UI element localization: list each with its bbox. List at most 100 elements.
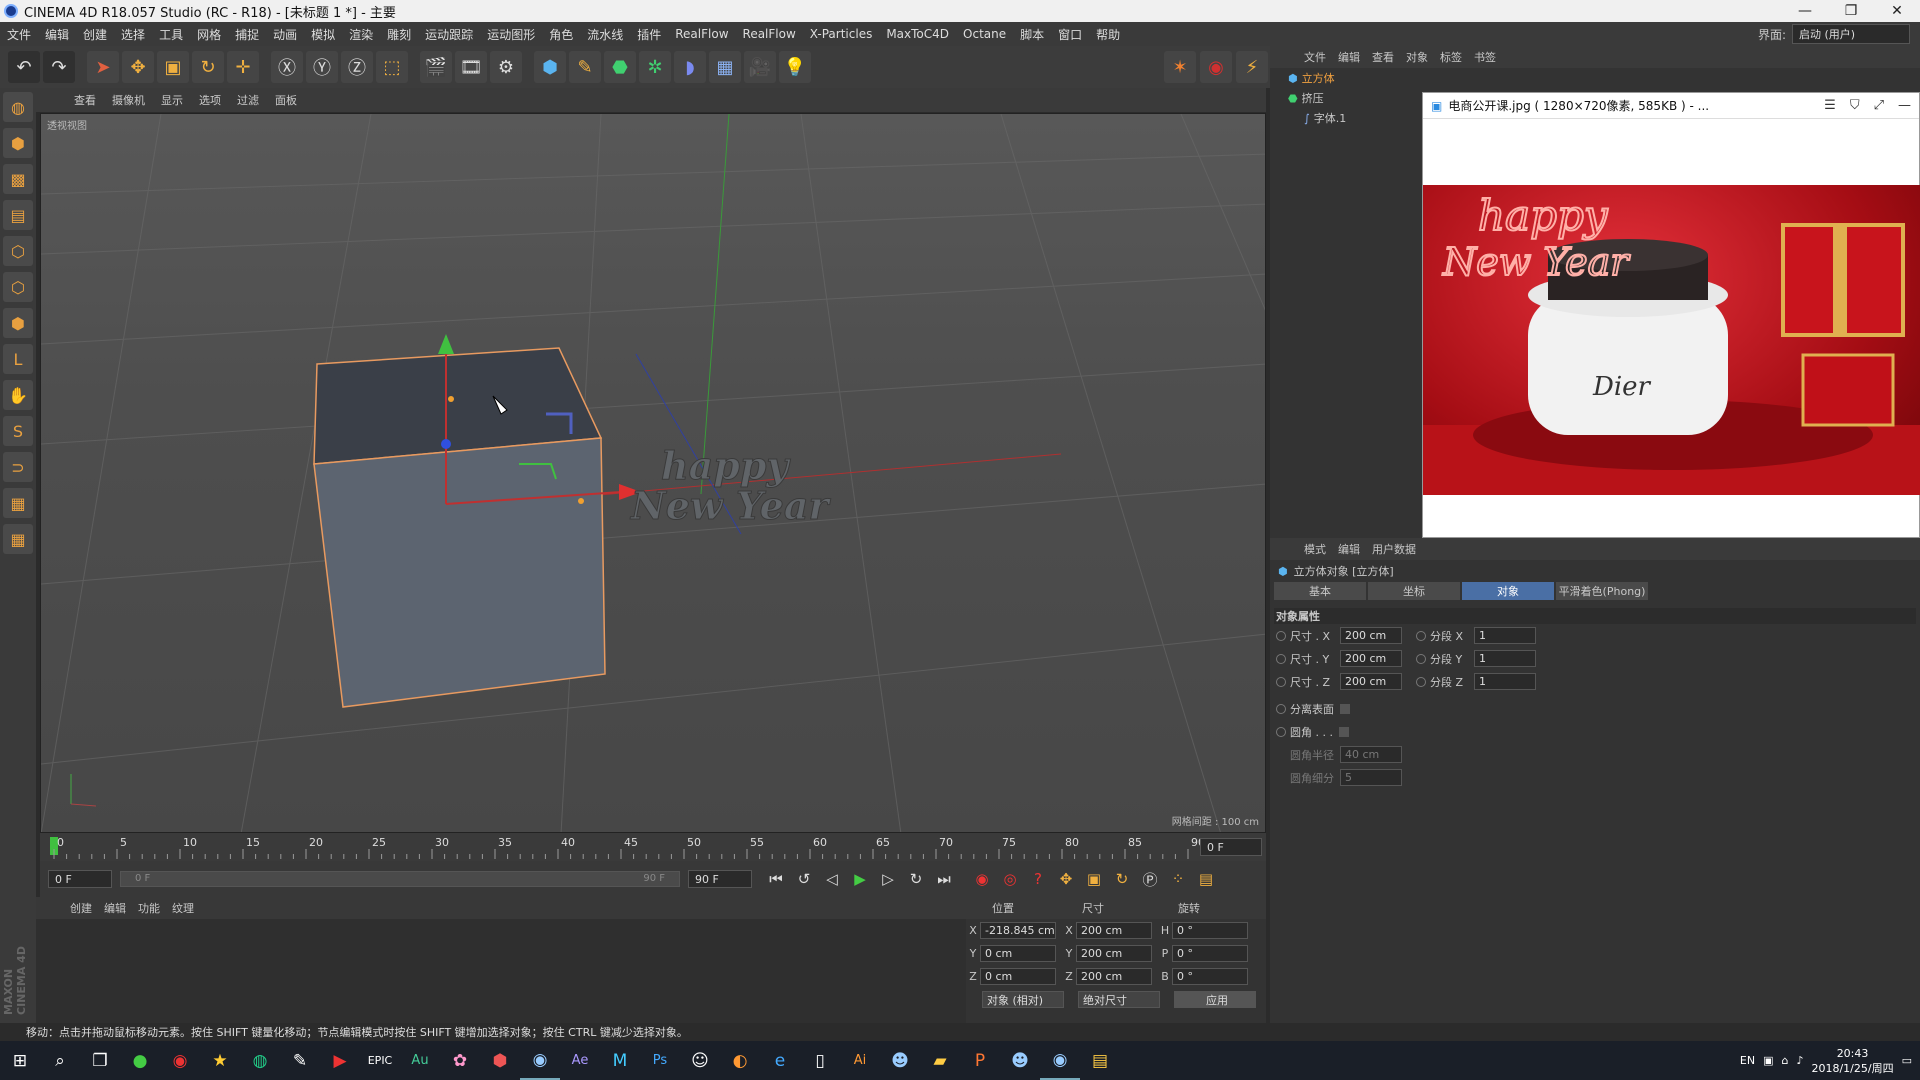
menu-render[interactable]: 渲染 — [342, 26, 380, 43]
texture-mode-icon[interactable]: ▩ — [3, 164, 33, 194]
tray-app-icon[interactable]: ▣ — [1763, 1054, 1773, 1067]
rot-b-field[interactable]: 0 ° — [1172, 968, 1248, 985]
rotate-tool-icon[interactable]: ↻ — [192, 51, 224, 83]
goto-start-icon[interactable]: ⏮ — [764, 867, 788, 891]
render-view-icon[interactable]: 🎬 — [420, 51, 452, 83]
xyz-icon[interactable]: ⚡ — [1236, 51, 1268, 83]
menu-select[interactable]: 选择 — [114, 26, 152, 43]
model-mode-icon[interactable]: ⬢ — [3, 128, 33, 158]
tab-phong[interactable]: 平滑着色(Phong) — [1556, 582, 1648, 600]
task-view-icon[interactable]: ❐ — [80, 1041, 120, 1080]
pos-x-field[interactable]: -218.845 cm — [980, 922, 1056, 939]
attr-menu-userdata[interactable]: 用户数据 — [1366, 541, 1422, 557]
app-browser-green-icon[interactable]: ◍ — [240, 1041, 280, 1080]
tab-coord[interactable]: 坐标 — [1368, 582, 1460, 600]
anim-radio-icon[interactable] — [1276, 703, 1286, 714]
app-aftereffects-icon[interactable]: Ae — [560, 1041, 600, 1080]
make-editable-icon[interactable]: ◍ — [3, 92, 33, 122]
object-menu-objects[interactable]: 对象 — [1400, 49, 1434, 65]
windows-start-icon[interactable]: ⊞ — [0, 1041, 40, 1080]
recent-tool-icon[interactable]: ✛ — [227, 51, 259, 83]
menu-maxtoc4d[interactable]: MaxToC4D — [879, 27, 956, 41]
tab-object[interactable]: 对象 — [1462, 582, 1554, 600]
points-mode-icon[interactable]: ⬡ — [3, 236, 33, 266]
app-m-icon[interactable]: M — [600, 1041, 640, 1080]
app-notepad-icon[interactable]: ▯ — [800, 1041, 840, 1080]
planar-workplane-icon[interactable]: ▦ — [3, 524, 33, 554]
edges-mode-icon[interactable]: ⬡ — [3, 272, 33, 302]
layout-select[interactable]: 启动 (用户) — [1792, 24, 1910, 44]
anim-radio-icon[interactable] — [1416, 630, 1426, 641]
app-cinema4d-icon[interactable]: ◉ — [520, 1041, 560, 1080]
viewport-menu-view[interactable]: 查看 — [66, 92, 104, 108]
pen-spline-icon[interactable]: ✎ — [569, 51, 601, 83]
menu-script[interactable]: 脚本 — [1013, 26, 1051, 43]
fillet-radius-input[interactable]: 40 cm — [1340, 746, 1402, 763]
menu-simulate[interactable]: 模拟 — [304, 26, 342, 43]
current-frame-field[interactable]: 0 F — [1200, 838, 1262, 856]
floor-icon[interactable]: ▦ — [709, 51, 741, 83]
viewport-menu-options[interactable]: 选项 — [191, 92, 229, 108]
axis-mode-icon[interactable]: L — [3, 344, 33, 374]
timeline-window-icon[interactable]: ▤ — [1194, 867, 1218, 891]
anim-radio-icon[interactable] — [1416, 676, 1426, 687]
record-icon[interactable]: ◉ — [970, 867, 994, 891]
menu-tools[interactable]: 工具 — [152, 26, 190, 43]
start-frame-field[interactable]: 0 F — [48, 870, 112, 888]
tray-volume-icon[interactable]: ♪ — [1796, 1054, 1803, 1067]
rot-p-field[interactable]: 0 ° — [1172, 945, 1248, 962]
viewport-menu-panel[interactable]: 面板 — [267, 92, 305, 108]
viewport-menu-filter[interactable]: 过滤 — [229, 92, 267, 108]
size-y-input[interactable]: 200 cm — [1340, 650, 1402, 667]
app-finder2-icon[interactable]: ☻ — [1000, 1041, 1040, 1080]
viewport-menu-display[interactable]: 显示 — [153, 92, 191, 108]
menu-plugins[interactable]: 插件 — [630, 26, 668, 43]
viewer-fullscreen-icon[interactable]: ⤢ — [1874, 98, 1884, 113]
scale-tool-icon[interactable]: ▣ — [157, 51, 189, 83]
viewer-pin-icon[interactable]: ⛉ — [1850, 98, 1860, 113]
menu-sculpt[interactable]: 雕刻 — [380, 26, 418, 43]
segments-x-input[interactable]: 1 — [1474, 627, 1536, 644]
app-star-icon[interactable]: ★ — [200, 1041, 240, 1080]
select-arrow-icon[interactable]: ➤ — [87, 51, 119, 83]
object-name-cube[interactable]: 立方体 — [1302, 70, 1335, 86]
rot-h-field[interactable]: 0 ° — [1172, 922, 1248, 939]
render-picture-viewer-icon[interactable]: 🎞 — [455, 51, 487, 83]
viewport-menu-cameras[interactable]: 摄像机 — [104, 92, 153, 108]
app-illustrator-icon[interactable]: Ai — [840, 1041, 880, 1080]
anim-radio-icon[interactable] — [1276, 676, 1286, 687]
app-finder-icon[interactable]: ☻ — [880, 1041, 920, 1080]
pos-y-field[interactable]: 0 cm — [980, 945, 1056, 962]
z-axis-icon[interactable]: Ⓩ — [341, 51, 373, 83]
key-parameter-icon[interactable]: Ⓟ — [1138, 867, 1162, 891]
tray-network-icon[interactable]: ⌂ — [1781, 1054, 1788, 1067]
material-menu-texture[interactable]: 纹理 — [166, 900, 200, 916]
autokey-icon[interactable]: ◎ — [998, 867, 1022, 891]
segments-y-input[interactable]: 1 — [1474, 650, 1536, 667]
deformer-icon[interactable]: ◗ — [674, 51, 706, 83]
size-z-input[interactable]: 200 cm — [1340, 673, 1402, 690]
input-language[interactable]: EN — [1740, 1054, 1755, 1067]
notification-icon[interactable]: ▭ — [1902, 1054, 1912, 1067]
anim-radio-icon[interactable] — [1276, 653, 1286, 664]
material-menu-create[interactable]: 创建 — [64, 900, 98, 916]
size-z-field[interactable]: 200 cm — [1076, 968, 1152, 985]
light-icon[interactable]: 💡 — [779, 51, 811, 83]
menu-animate[interactable]: 动画 — [266, 26, 304, 43]
end-frame-field[interactable]: 90 F — [688, 870, 752, 888]
undo-icon[interactable]: ↶ — [8, 51, 40, 83]
prev-frame-icon[interactable]: ◁ — [820, 867, 844, 891]
object-name-extrude[interactable]: 挤压 — [1302, 90, 1324, 106]
lock-workplane-icon[interactable]: ▦ — [3, 488, 33, 518]
prev-key-icon[interactable]: ↺ — [792, 867, 816, 891]
menu-file[interactable]: 文件 — [0, 26, 38, 43]
coord-mode-select[interactable]: 对象 (相对) — [982, 991, 1064, 1008]
menu-xparticles[interactable]: X-Particles — [803, 27, 880, 41]
play-icon[interactable]: ▶ — [848, 867, 872, 891]
restore-button[interactable]: ❐ — [1828, 3, 1874, 19]
x-axis-icon[interactable]: Ⓧ — [271, 51, 303, 83]
scene-text-new-year[interactable]: New Year — [630, 483, 832, 529]
app-blender-icon[interactable]: ◐ — [720, 1041, 760, 1080]
menu-mograph[interactable]: 运动图形 — [480, 26, 542, 43]
menu-help[interactable]: 帮助 — [1089, 26, 1127, 43]
